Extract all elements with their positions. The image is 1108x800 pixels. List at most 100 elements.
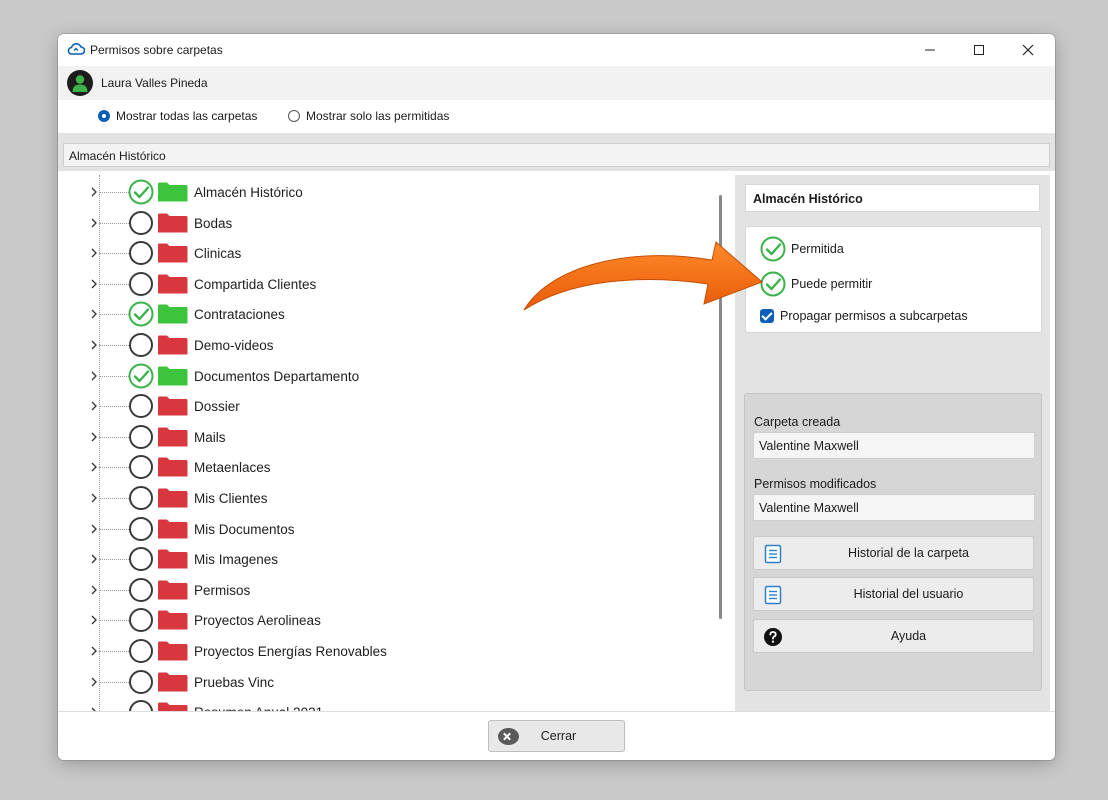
- chevron-right-icon[interactable]: [89, 613, 99, 627]
- selected-folder-name: Almacén Histórico: [753, 192, 863, 206]
- folder-icon: [158, 366, 188, 386]
- folder-info-box: Carpeta creada Valentine Maxwell Permiso…: [744, 393, 1042, 691]
- empty-circle-icon[interactable]: [129, 394, 153, 419]
- chevron-right-icon[interactable]: [89, 307, 99, 321]
- user-history-button[interactable]: Historial del usuario: [753, 577, 1034, 611]
- tree-item[interactable]: Proyectos Energías Renovables: [63, 636, 703, 666]
- empty-circle-icon[interactable]: [129, 455, 153, 480]
- radio-show-permitted-label: Mostrar solo las permitidas: [306, 109, 450, 123]
- chevron-right-icon[interactable]: [89, 246, 99, 260]
- empty-circle-icon[interactable]: [129, 669, 153, 694]
- empty-circle-icon[interactable]: [129, 577, 153, 602]
- check-circle-icon[interactable]: [127, 300, 155, 328]
- folder-icon: [158, 243, 188, 263]
- empty-circle-icon[interactable]: [129, 547, 153, 572]
- empty-circle-icon[interactable]: [129, 516, 153, 541]
- folder-icon: [158, 457, 188, 477]
- chevron-right-icon[interactable]: [89, 277, 99, 291]
- chevron-right-icon[interactable]: [89, 369, 99, 383]
- tree-item-label: Mis Clientes: [194, 491, 268, 506]
- tree-item[interactable]: Permisos: [63, 575, 703, 605]
- tree-item[interactable]: Documentos Departamento: [63, 361, 703, 391]
- folder-history-button[interactable]: Historial de la carpeta: [753, 536, 1034, 570]
- chevron-right-icon[interactable]: [89, 338, 99, 352]
- radio-show-all[interactable]: Mostrar todas las carpetas: [98, 109, 257, 123]
- folder-icon: [158, 641, 188, 661]
- close-window-button[interactable]: [1005, 34, 1051, 66]
- empty-circle-icon[interactable]: [129, 241, 153, 266]
- minimize-button[interactable]: [907, 34, 953, 66]
- user-history-label: Historial del usuario: [853, 587, 964, 601]
- tree-item[interactable]: Mis Clientes: [63, 483, 703, 513]
- tree-item-label: Proyectos Aerolineas: [194, 613, 321, 629]
- tree-item-label: Contrataciones: [194, 307, 285, 323]
- empty-circle-icon[interactable]: [129, 333, 153, 357]
- empty-circle-icon[interactable]: [129, 639, 153, 663]
- tree-connector: [99, 559, 129, 561]
- modified-by-value: Valentine Maxwell: [759, 501, 859, 515]
- folder-icon: [158, 274, 188, 294]
- chevron-right-icon[interactable]: [89, 644, 99, 658]
- tree-item-label: Mis Documentos: [194, 521, 295, 537]
- tree-item[interactable]: Almacén Histórico: [63, 177, 703, 207]
- document-list-icon: [764, 544, 782, 564]
- annotation-arrow: [523, 241, 763, 311]
- tree-item[interactable]: Mis Documentos: [63, 514, 703, 544]
- chevron-right-icon[interactable]: [89, 460, 99, 474]
- radio-show-permitted[interactable]: Mostrar solo las permitidas: [288, 109, 449, 123]
- help-button[interactable]: Ayuda: [753, 619, 1034, 653]
- folder-icon: [158, 672, 188, 692]
- current-path-text: Almacén Histórico: [69, 149, 166, 163]
- tree-item-label: Clinicas: [194, 246, 242, 262]
- empty-circle-icon[interactable]: [129, 700, 153, 711]
- chevron-right-icon[interactable]: [89, 675, 99, 689]
- chevron-right-icon[interactable]: [89, 430, 99, 444]
- chevron-right-icon[interactable]: [89, 399, 99, 413]
- chevron-right-icon[interactable]: [89, 491, 99, 505]
- empty-circle-icon[interactable]: [129, 210, 153, 235]
- folder-icon: [158, 488, 188, 508]
- folder-icon: [158, 549, 188, 569]
- folder-icon: [158, 702, 188, 711]
- tree-item[interactable]: Dossier: [63, 391, 703, 421]
- check-circle-icon[interactable]: [127, 362, 155, 390]
- chevron-right-icon[interactable]: [89, 522, 99, 536]
- empty-circle-icon[interactable]: [129, 486, 153, 510]
- maximize-button[interactable]: [956, 34, 1002, 66]
- folder-history-label: Historial de la carpeta: [848, 546, 969, 560]
- help-label: Ayuda: [890, 629, 927, 643]
- created-by-field: Valentine Maxwell: [753, 432, 1035, 459]
- close-button-label: Cerrar: [540, 729, 577, 743]
- tree-item[interactable]: Metaenlaces: [63, 452, 703, 482]
- folder-icon: [158, 396, 188, 416]
- check-circle-icon[interactable]: [127, 178, 155, 206]
- empty-circle-icon[interactable]: [129, 608, 153, 633]
- radio-selected-icon: [98, 110, 110, 122]
- tree-item-label: Proyectos Energías Renovables: [194, 644, 387, 659]
- user-name: Laura Valles Pineda: [101, 76, 208, 90]
- tree-item[interactable]: Proyectos Aerolineas: [63, 605, 703, 635]
- tree-connector: [99, 467, 129, 469]
- chevron-right-icon[interactable]: [89, 583, 99, 597]
- permitted-toggle[interactable]: Permitida: [759, 235, 844, 263]
- empty-circle-icon[interactable]: [129, 424, 153, 449]
- permitted-label: Permitida: [791, 242, 844, 256]
- tree-item[interactable]: Pruebas Vinc: [63, 667, 703, 697]
- cloud-icon: [67, 43, 85, 55]
- chevron-right-icon[interactable]: [89, 552, 99, 566]
- chevron-right-icon[interactable]: [89, 216, 99, 230]
- tree-item-label: Demo-videos: [194, 338, 274, 353]
- tree-item[interactable]: Demo-videos: [63, 330, 703, 360]
- tree-item-label: Compartida Clientes: [194, 276, 317, 292]
- tree-item[interactable]: Mails: [63, 422, 703, 452]
- can-permit-toggle[interactable]: Puede permitir: [759, 270, 872, 298]
- tree-connector: [99, 283, 129, 285]
- tree-item-label: Almacén Histórico: [194, 185, 303, 200]
- tree-item[interactable]: Mis Imagenes: [63, 544, 703, 574]
- tree-item[interactable]: Bodas: [63, 208, 703, 238]
- propagate-checkbox[interactable]: Propagar permisos a subcarpetas: [760, 309, 968, 323]
- tree-item[interactable]: Resumen Anual 2021: [63, 697, 703, 711]
- close-button[interactable]: Cerrar: [488, 720, 625, 752]
- chevron-right-icon[interactable]: [89, 185, 99, 199]
- empty-circle-icon[interactable]: [129, 271, 153, 296]
